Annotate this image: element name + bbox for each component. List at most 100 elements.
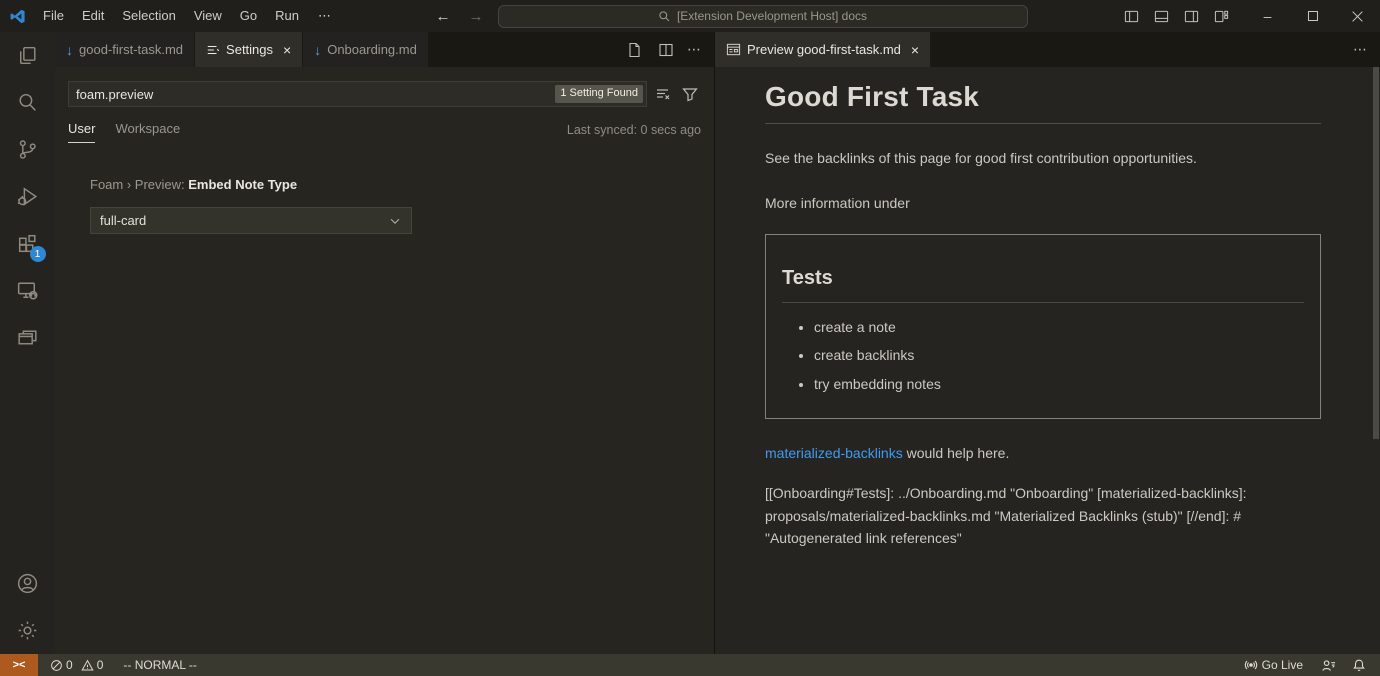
vim-mode-indicator: -- NORMAL --: [117, 658, 203, 672]
activity-bar: 1: [0, 32, 55, 654]
tab-settings[interactable]: Settings ×: [195, 32, 303, 67]
menu-more-icon[interactable]: ⋯: [308, 8, 342, 24]
tab-label: Settings: [226, 42, 273, 57]
toggle-sidebar-icon[interactable]: [1117, 2, 1145, 30]
open-settings-json-icon[interactable]: [623, 39, 645, 61]
embedded-note-card: Tests create a note create backlinks try…: [765, 234, 1321, 419]
status-bar: >< 0 0 -- NORMAL -- Go Live: [0, 654, 1380, 676]
markdown-preview-icon: [726, 42, 741, 57]
embed-note-type-select[interactable]: full-card: [90, 207, 412, 234]
setting-item-embed-note-type: Foam › Preview: Embed Note Type full-car…: [90, 177, 714, 234]
editor-group-right: Preview good-first-task.md × ⋯ Good Firs…: [715, 32, 1380, 654]
warning-icon: [81, 659, 94, 672]
preview-paragraph: More information under: [765, 193, 1321, 214]
left-tabbar: ↓ good-first-task.md Settings × ↓ Onboar…: [55, 32, 714, 67]
notifications-bell-icon[interactable]: [1346, 658, 1372, 672]
command-center-label: [Extension Development Host] docs: [677, 9, 867, 23]
more-actions-icon[interactable]: ⋯: [1353, 41, 1368, 58]
close-window-button[interactable]: [1335, 0, 1380, 32]
list-item: create backlinks: [814, 345, 1312, 365]
scope-tab-workspace[interactable]: Workspace: [115, 121, 180, 143]
command-center-search[interactable]: [Extension Development Host] docs: [498, 5, 1028, 28]
tab-onboarding[interactable]: ↓ Onboarding.md: [303, 32, 429, 67]
warning-count: 0: [97, 658, 104, 672]
go-live-button[interactable]: Go Live: [1238, 658, 1309, 672]
feedback-button[interactable]: [1315, 658, 1342, 673]
clear-settings-search-icon[interactable]: [652, 83, 674, 105]
menu-edit[interactable]: Edit: [73, 0, 113, 32]
materialized-backlinks-link[interactable]: materialized-backlinks: [765, 445, 903, 461]
preview-paragraph: See the backlinks of this page for good …: [765, 148, 1321, 169]
selected-value: full-card: [100, 213, 146, 228]
maximize-button[interactable]: [1290, 0, 1335, 32]
tab-label: Preview good-first-task.md: [747, 42, 901, 57]
split-editor-icon[interactable]: [655, 39, 677, 61]
setting-title: Foam › Preview: Embed Note Type: [90, 177, 714, 192]
settings-scope-tabs: User Workspace Last synced: 0 secs ago: [68, 121, 701, 143]
chevron-down-icon: [388, 214, 402, 228]
windows-icon[interactable]: [4, 314, 52, 361]
extensions-badge: 1: [30, 246, 46, 262]
source-control-icon[interactable]: [4, 126, 52, 173]
setting-category: Foam › Preview:: [90, 177, 188, 192]
list-item: create a note: [814, 317, 1312, 337]
close-tab-icon[interactable]: ×: [911, 42, 919, 58]
extensions-icon[interactable]: 1: [4, 220, 52, 267]
maximize-icon: [1308, 11, 1318, 21]
right-tabbar: Preview good-first-task.md × ⋯: [715, 32, 1380, 67]
heading-rule: [765, 123, 1321, 124]
go-live-label: Go Live: [1262, 658, 1303, 672]
titlebar: File Edit Selection View Go Run ⋯ ← → [E…: [0, 0, 1380, 32]
preview-heading: Good First Task: [765, 81, 1321, 113]
embed-card-list: create a note create backlinks try embed…: [774, 317, 1312, 394]
run-debug-icon[interactable]: [4, 173, 52, 220]
settings-result-count-badge: 1 Setting Found: [555, 85, 643, 103]
tab-label: Onboarding.md: [327, 42, 417, 57]
menu-selection[interactable]: Selection: [113, 0, 184, 32]
navigate-forward-icon[interactable]: →: [465, 8, 488, 25]
last-synced-label: Last synced: 0 secs ago: [567, 123, 701, 143]
settings-gear-icon[interactable]: [4, 607, 52, 654]
error-count: 0: [66, 658, 73, 672]
menu-run[interactable]: Run: [266, 0, 308, 32]
link-references-text: [[Onboarding#Tests]: ../Onboarding.md "O…: [765, 482, 1321, 550]
search-icon: [658, 10, 671, 23]
explorer-icon[interactable]: [4, 32, 52, 79]
menu-view[interactable]: View: [185, 0, 231, 32]
preview-scrollbar[interactable]: [1373, 67, 1379, 439]
filter-settings-icon[interactable]: [679, 83, 701, 105]
search-sidebar-icon[interactable]: [4, 79, 52, 126]
toggle-secondary-sidebar-icon[interactable]: [1177, 2, 1205, 30]
menu-go[interactable]: Go: [231, 0, 266, 32]
settings-editor: 1 Setting Found User Workspace Last sync…: [55, 67, 714, 654]
editor-group-left: ↓ good-first-task.md Settings × ↓ Onboar…: [55, 32, 715, 654]
remote-indicator[interactable]: ><: [0, 654, 38, 676]
markdown-file-icon: ↓: [314, 43, 321, 57]
markdown-file-icon: ↓: [66, 43, 73, 57]
menu-file[interactable]: File: [34, 0, 73, 32]
toggle-panel-icon[interactable]: [1147, 2, 1175, 30]
accounts-icon[interactable]: [4, 560, 52, 607]
vscode-logo-icon: [0, 8, 34, 25]
error-icon: [50, 659, 63, 672]
customize-layout-icon[interactable]: [1207, 2, 1235, 30]
link-paragraph: materialized-backlinks would help here.: [765, 443, 1321, 464]
setting-name: Embed Note Type: [188, 177, 297, 192]
remote-icon: ><: [13, 659, 26, 671]
minimize-button[interactable]: –: [1245, 0, 1290, 32]
settings-list-icon: [206, 43, 220, 57]
embed-card-title: Tests: [782, 267, 1304, 303]
scope-tab-user[interactable]: User: [68, 121, 95, 143]
tab-preview-good-first-task[interactable]: Preview good-first-task.md ×: [715, 32, 931, 67]
close-tab-icon[interactable]: ×: [283, 42, 291, 58]
navigate-back-icon[interactable]: ←: [432, 8, 455, 25]
tab-label: good-first-task.md: [79, 42, 183, 57]
more-actions-icon[interactable]: ⋯: [687, 41, 702, 58]
tab-good-first-task[interactable]: ↓ good-first-task.md: [55, 32, 195, 67]
markdown-preview-pane: Good First Task See the backlinks of thi…: [715, 67, 1380, 654]
broadcast-icon: [1244, 658, 1258, 672]
menubar: File Edit Selection View Go Run ⋯: [34, 0, 342, 32]
problems-status[interactable]: 0 0: [44, 658, 109, 672]
link-tail-text: would help here.: [903, 445, 1010, 461]
remote-explorer-icon[interactable]: [4, 267, 52, 314]
